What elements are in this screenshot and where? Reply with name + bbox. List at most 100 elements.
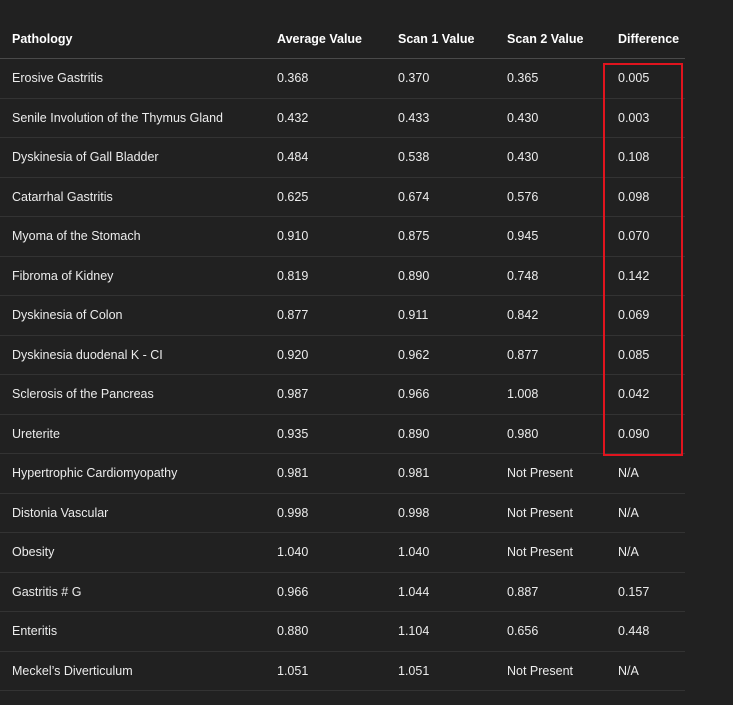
average-value-cell: 1.051: [277, 651, 398, 691]
scan1-value-cell: 0.370: [398, 58, 507, 99]
table-row: Ureterite 0.935 0.890 0.980 0.090: [0, 414, 685, 454]
average-value-cell: 0.819: [277, 256, 398, 296]
table-row: Fibroma of Kidney 0.819 0.890 0.748 0.142: [0, 256, 685, 296]
table-row: Gastritis # G 0.966 1.044 0.887 0.157: [0, 572, 685, 612]
average-value-cell: 0.877: [277, 295, 398, 336]
average-value-cell: 0.920: [277, 335, 398, 375]
table-row: Meckel’s Diverticulum 1.051 1.051 Not Prese…: [0, 651, 685, 691]
pathology-cell: Enteritis: [0, 611, 277, 652]
average-value-cell: 0.935: [277, 414, 398, 454]
pathology-cell: Fibroma of Kidney: [0, 256, 277, 296]
scan2-value-cell: 0.430: [507, 98, 618, 138]
scan1-value-cell: 1.040: [398, 532, 507, 573]
difference-cell: 0.157: [618, 572, 685, 612]
difference-cell: 0.042: [618, 374, 685, 415]
scan2-value-cell: 0.842: [507, 295, 618, 336]
scan1-value-cell: 0.433: [398, 98, 507, 138]
pathology-cell: Distonia Vascular: [0, 493, 277, 533]
scan1-value-cell: 0.890: [398, 256, 507, 296]
difference-cell: N/A: [618, 493, 685, 533]
table-row: Enteritis 0.880 1.104 0.656 0.448: [0, 611, 685, 652]
pathology-cell: Myoma of the Stomach: [0, 216, 277, 257]
average-value-cell: 0.998: [277, 493, 398, 533]
difference-cell: N/A: [618, 453, 685, 494]
pathology-cell: Obesity: [0, 532, 277, 573]
average-value-cell: 1.040: [277, 532, 398, 573]
average-value-cell: 0.880: [277, 611, 398, 652]
table-row: Distonia Vascular 0.998 0.998 Not Present N/…: [0, 493, 685, 533]
scan2-value-cell: 1.008: [507, 374, 618, 415]
pathology-cell: Erosive Gastritis: [0, 58, 277, 99]
pathology-cell: Catarrhal Gastritis: [0, 177, 277, 217]
pathology-cell: Gastritis # G: [0, 572, 277, 612]
scan1-value-cell: 0.911: [398, 295, 507, 336]
table-row: Senile Involution of the Thymus Gland 0.4…: [0, 98, 685, 138]
table-row: Catarrhal Gastritis 0.625 0.674 0.576 0.098: [0, 177, 685, 217]
scan2-value-cell: 0.945: [507, 216, 618, 257]
difference-cell: 0.005: [618, 58, 685, 99]
scan1-value-cell: 1.104: [398, 611, 507, 652]
scan1-value-cell: 0.875: [398, 216, 507, 257]
scan2-value-cell: 0.576: [507, 177, 618, 217]
table-body: Erosive Gastritis 0.368 0.370 0.365 0.005 Sen…: [0, 58, 685, 691]
scan2-value-cell: Not Present: [507, 493, 618, 533]
pathology-table: Pathology Average Value Scan 1 Value Sca…: [0, 20, 685, 691]
header-pathology: Pathology: [0, 20, 277, 59]
table-header: Pathology Average Value Scan 1 Value Sca…: [0, 20, 685, 59]
scan1-value-cell: 0.966: [398, 374, 507, 415]
scan2-value-cell: 0.980: [507, 414, 618, 454]
scan1-value-cell: 1.051: [398, 651, 507, 691]
average-value-cell: 0.484: [277, 137, 398, 178]
average-value-cell: 0.625: [277, 177, 398, 217]
average-value-cell: 0.910: [277, 216, 398, 257]
scan1-value-cell: 0.538: [398, 137, 507, 178]
table-row: Dyskinesia duodenal K - CI 0.920 0.962 0.87…: [0, 335, 685, 375]
scan1-value-cell: 0.981: [398, 453, 507, 494]
scan2-value-cell: 0.887: [507, 572, 618, 612]
pathology-cell: Sclerosis of the Pancreas: [0, 374, 277, 415]
scan2-value-cell: 0.656: [507, 611, 618, 652]
difference-cell: 0.098: [618, 177, 685, 217]
pathology-cell: Dyskinesia duodenal K - CI: [0, 335, 277, 375]
pathology-cell: Meckel’s Diverticulum: [0, 651, 277, 691]
scan1-value-cell: 0.998: [398, 493, 507, 533]
pathology-cell: Ureterite: [0, 414, 277, 454]
header-row: Pathology Average Value Scan 1 Value Sca…: [0, 20, 685, 59]
pathology-cell: Senile Involution of the Thymus Gland: [0, 98, 277, 138]
scan2-value-cell: 0.748: [507, 256, 618, 296]
scan2-value-cell: 0.877: [507, 335, 618, 375]
difference-cell: 0.085: [618, 335, 685, 375]
difference-cell: 0.069: [618, 295, 685, 336]
difference-cell: 0.090: [618, 414, 685, 454]
difference-cell: N/A: [618, 651, 685, 691]
table-row: Myoma of the Stomach 0.910 0.875 0.945 0.070: [0, 216, 685, 257]
difference-cell: 0.108: [618, 137, 685, 178]
table-row: Erosive Gastritis 0.368 0.370 0.365 0.005: [0, 58, 685, 99]
average-value-cell: 0.432: [277, 98, 398, 138]
average-value-cell: 0.981: [277, 453, 398, 494]
difference-cell: 0.142: [618, 256, 685, 296]
scan2-value-cell: Not Present: [507, 651, 618, 691]
table-row: Sclerosis of the Pancreas 0.987 0.966 1.008…: [0, 374, 685, 415]
scan1-value-cell: 0.674: [398, 177, 507, 217]
header-scan1-value: Scan 1 Value: [398, 20, 507, 59]
header-difference: Difference: [618, 20, 685, 59]
scan2-value-cell: Not Present: [507, 453, 618, 494]
difference-cell: N/A: [618, 532, 685, 573]
table-row: Dyskinesia of Colon 0.877 0.911 0.842 0.069: [0, 295, 685, 336]
scan2-value-cell: 0.365: [507, 58, 618, 99]
pathology-table-container: Pathology Average Value Scan 1 Value Sca…: [0, 20, 685, 691]
average-value-cell: 0.966: [277, 572, 398, 612]
difference-cell: 0.003: [618, 98, 685, 138]
average-value-cell: 0.368: [277, 58, 398, 99]
pathology-cell: Dyskinesia of Gall Bladder: [0, 137, 277, 178]
pathology-cell: Hypertrophic Cardiomyopathy: [0, 453, 277, 494]
scan1-value-cell: 0.962: [398, 335, 507, 375]
difference-cell: 0.448: [618, 611, 685, 652]
table-row: Dyskinesia of Gall Bladder 0.484 0.538 0.43…: [0, 137, 685, 178]
header-scan2-value: Scan 2 Value: [507, 20, 618, 59]
header-average-value: Average Value: [277, 20, 398, 59]
scan2-value-cell: 0.430: [507, 137, 618, 178]
scan1-value-cell: 0.890: [398, 414, 507, 454]
pathology-cell: Dyskinesia of Colon: [0, 295, 277, 336]
